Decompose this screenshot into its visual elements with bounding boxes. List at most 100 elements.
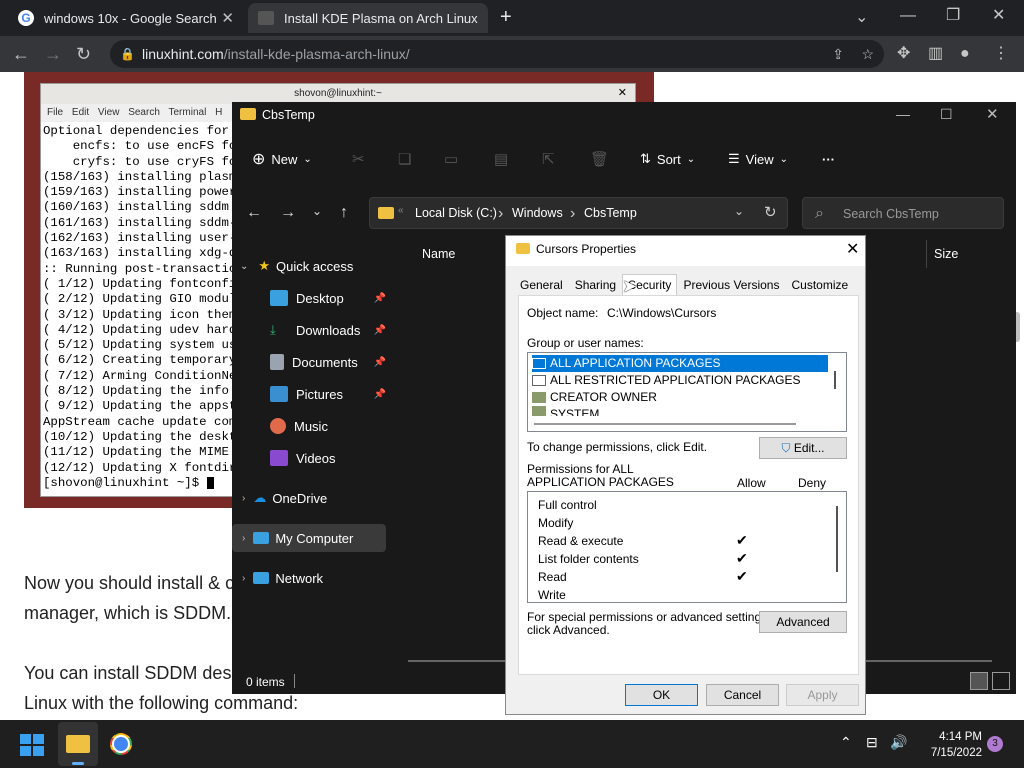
recent-locations-icon[interactable]: ⌄ <box>312 204 322 218</box>
close-icon[interactable]: ✕ <box>846 239 859 259</box>
sidepanel-icon[interactable]: ▥ <box>928 44 943 64</box>
close-window-icon[interactable]: ✕ <box>992 6 1005 26</box>
nav-network[interactable]: › Network <box>232 564 388 592</box>
breadcrumb-windows[interactable]: Windows <box>512 206 563 220</box>
back-icon[interactable]: ← <box>12 44 30 64</box>
address-bar[interactable]: 🔒 linuxhint.com/install-kde-plasma-arch-… <box>110 40 884 68</box>
nav-pictures[interactable]: Pictures 📌 <box>232 380 388 408</box>
terminal-output: Optional dependencies for encfs: to use … <box>43 124 236 491</box>
permissions-list[interactable]: Full control Modify Read & execute ✔ List fo… <box>527 491 847 603</box>
restore-icon[interactable]: ❐ <box>946 6 960 26</box>
chevron-up-icon[interactable]: ⌃ <box>840 734 852 751</box>
windows-start-icon[interactable] <box>20 734 44 756</box>
maximize-icon[interactable]: ☐ <box>940 106 953 123</box>
chevron-down-icon[interactable]: ⌄ <box>240 261 248 272</box>
clock[interactable]: 4:14 PM 7/15/2022 <box>918 729 982 761</box>
terminal-line: (162/163) installing user- <box>43 231 237 246</box>
view-lines-icon: ☰ <box>728 151 740 166</box>
delete-icon[interactable]: 🗑 <box>590 150 609 168</box>
folder-icon <box>66 735 90 753</box>
menu-kebab-icon[interactable]: ⋮ <box>993 44 1009 64</box>
chevron-right-icon[interactable]: › <box>242 573 245 584</box>
see-more-button[interactable]: ··· <box>822 147 835 171</box>
chevron-right-icon[interactable]: › <box>242 533 245 544</box>
tab-sharing[interactable]: Sharing <box>569 274 622 296</box>
group-item[interactable]: SYSTEM <box>532 406 599 416</box>
breadcrumb-cbstemp[interactable]: CbsTemp <box>584 206 637 220</box>
nav-desktop[interactable]: Desktop 📌 <box>232 284 388 312</box>
close-tab-icon[interactable]: ✕ <box>221 9 234 27</box>
minimize-icon[interactable]: — <box>896 106 910 122</box>
back-icon[interactable]: ← <box>246 204 262 222</box>
breadcrumb-local-disk[interactable]: Local Disk (C:) <box>415 206 497 220</box>
tiles-view-icon[interactable] <box>992 672 1010 690</box>
nav-my-computer[interactable]: › My Computer <box>232 524 386 552</box>
new-button[interactable]: ⊕ New ⌄ <box>252 147 312 171</box>
copy-icon[interactable]: ❏ <box>398 150 411 168</box>
pin-icon: 📌 <box>373 324 386 336</box>
plus-circle-icon: ⊕ <box>252 151 266 168</box>
share-icon[interactable]: ⇪ <box>832 40 844 68</box>
volume-icon[interactable]: 🔊 <box>890 734 907 751</box>
nav-documents[interactable]: Documents 📌 <box>232 348 388 376</box>
chevron-right-icon[interactable]: › <box>242 493 245 504</box>
group-item[interactable]: ALL APPLICATION PACKAGES <box>532 355 828 372</box>
nav-onedrive[interactable]: › ☁ OneDrive <box>232 484 388 512</box>
cut-icon[interactable]: ✂ <box>352 150 365 168</box>
edit-button[interactable]: ⛉ Edit... <box>759 437 847 459</box>
share-icon[interactable]: ⇱ <box>542 150 555 168</box>
list-hscrollbar[interactable] <box>534 423 796 425</box>
new-tab-button[interactable]: + <box>500 6 512 29</box>
group-item[interactable]: CREATOR OWNER <box>532 389 657 406</box>
tab-general[interactable]: General <box>514 274 569 296</box>
nav-music[interactable]: Music <box>232 412 388 440</box>
nav-videos[interactable]: Videos <box>232 444 388 472</box>
extensions-icon[interactable]: ✥ <box>897 44 910 64</box>
file-explorer-taskbar-button[interactable] <box>58 722 98 766</box>
nav-label: Network <box>275 570 324 586</box>
network-tray-icon[interactable]: ⊟ <box>866 734 878 751</box>
tab-search-chevron-icon[interactable]: ⌄ <box>855 8 868 28</box>
terminal-line: Optional dependencies for <box>43 124 229 138</box>
ok-button[interactable]: OK <box>625 684 698 706</box>
rename-icon[interactable]: ▤ <box>494 150 508 168</box>
notification-badge[interactable]: 3 <box>987 736 1003 752</box>
bookmark-star-icon[interactable]: ☆ <box>861 40 874 68</box>
details-view-icon[interactable] <box>970 672 988 690</box>
nav-quick-access[interactable]: ⌄ ★ Quick access <box>232 252 388 280</box>
minimize-icon[interactable]: — <box>900 6 916 26</box>
sort-button[interactable]: ⇅ Sort ⌄ <box>640 147 695 171</box>
address-bar[interactable]: « Local Disk (C:) › Windows › CbsTemp ⌄ … <box>369 197 788 229</box>
paste-icon[interactable]: ▭ <box>444 150 458 168</box>
list-scrollbar[interactable] <box>834 371 836 389</box>
group-list[interactable]: ALL APPLICATION PACKAGES ALL RESTRICTED … <box>527 352 847 432</box>
terminal-line: (10/12) Updating the deskt <box>43 429 237 444</box>
star-icon: ★ <box>258 258 271 273</box>
terminal-line: (12/12) Updating X fontdir <box>43 460 237 475</box>
list-scrollbar[interactable] <box>836 506 838 572</box>
refresh-icon[interactable]: ↻ <box>764 203 777 221</box>
apply-button[interactable]: Apply <box>786 684 859 706</box>
advanced-button[interactable]: Advanced <box>759 611 847 633</box>
column-name-header[interactable]: Name <box>422 247 455 261</box>
network-icon <box>253 572 270 584</box>
chrome-icon[interactable] <box>110 733 132 755</box>
reload-icon[interactable]: ↻ <box>76 44 91 64</box>
profile-icon[interactable]: ● <box>960 44 970 64</box>
close-icon[interactable]: ✕ <box>986 105 999 123</box>
tab-kde-plasma[interactable]: Install KDE Plasma on Arch Linux <box>248 3 488 33</box>
tab-google-search[interactable]: G windows 10x - Google Search ✕ <box>8 3 244 33</box>
tab-customize[interactable]: Customize <box>785 274 854 296</box>
forward-icon[interactable]: → <box>280 204 296 222</box>
up-icon[interactable]: ↑ <box>340 204 348 222</box>
search-box[interactable]: ⌕ Search CbsTemp <box>802 197 1004 229</box>
cancel-button[interactable]: Cancel <box>706 684 779 706</box>
forward-icon[interactable]: → <box>44 44 62 64</box>
tab-previous-versions[interactable]: Previous Versions <box>677 274 785 296</box>
group-item[interactable]: ALL RESTRICTED APPLICATION PACKAGES <box>532 372 801 389</box>
chevron-down-icon[interactable]: ⌄ <box>734 204 744 218</box>
column-size-header[interactable]: Size <box>934 247 958 261</box>
terminal-line: (158/163) installing plasm <box>43 169 237 184</box>
nav-downloads[interactable]: ⤓ Downloads 📌 <box>232 316 388 344</box>
view-button[interactable]: ☰ View ⌄ <box>728 147 788 171</box>
